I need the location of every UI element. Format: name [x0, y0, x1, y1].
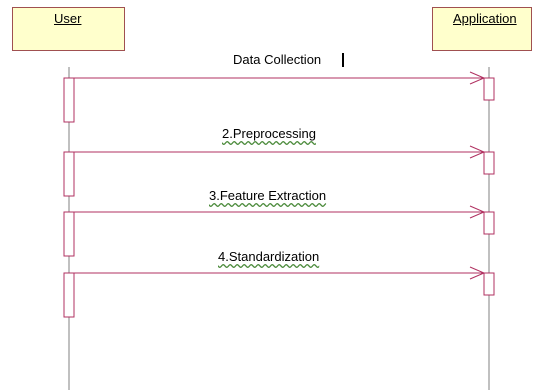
message-arrow-4	[74, 266, 486, 280]
text-cursor	[342, 53, 344, 67]
activation-app-1	[483, 77, 495, 101]
message-arrow-2	[74, 145, 486, 159]
message-arrow-1	[74, 71, 486, 85]
activation-user-4	[63, 272, 75, 318]
activation-app-4	[483, 272, 495, 296]
activation-user-1	[63, 77, 75, 123]
message-label-1[interactable]: Data Collection	[233, 52, 321, 67]
message-label-4[interactable]: 4.Standardization	[218, 249, 319, 264]
activation-app-2	[483, 151, 495, 175]
message-label-2[interactable]: 2.Preprocessing	[222, 126, 316, 141]
activation-user-3	[63, 211, 75, 257]
activation-user-2	[63, 151, 75, 197]
message-arrow-3	[74, 205, 486, 219]
activation-app-3	[483, 211, 495, 235]
message-label-3[interactable]: 3.Feature Extraction	[209, 188, 326, 203]
message-label-3-text: 3.Feature Extraction	[209, 188, 327, 203]
